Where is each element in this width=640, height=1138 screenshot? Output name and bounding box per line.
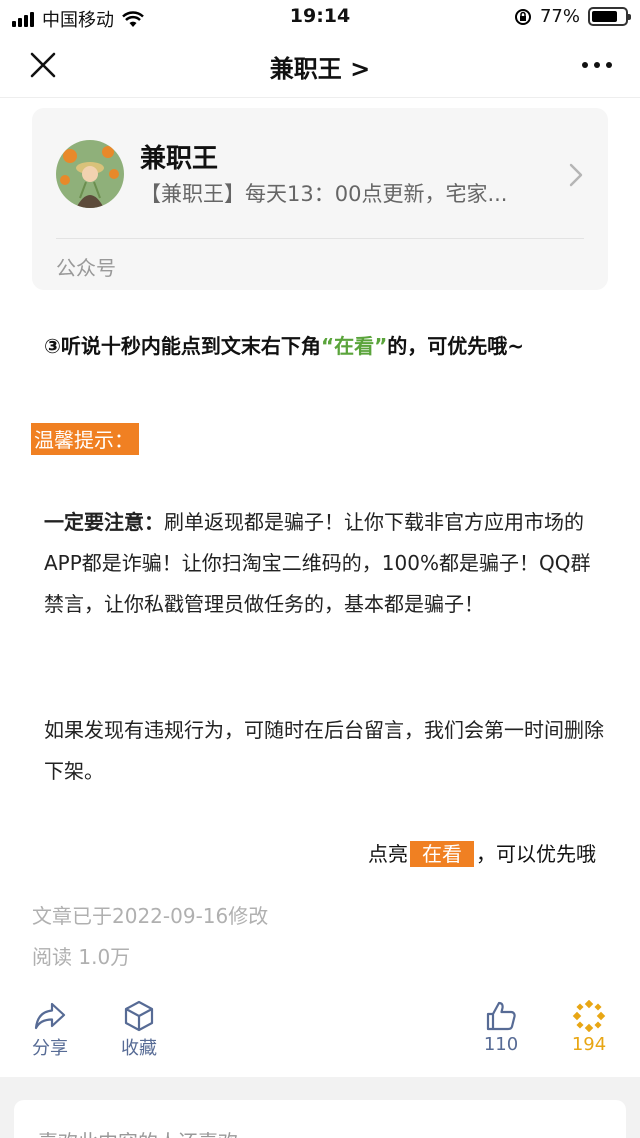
favorite-button[interactable]: 收藏 [104, 1000, 174, 1060]
share-button[interactable]: 分享 [15, 1000, 85, 1060]
para1-highlight: “在看” [320, 334, 388, 358]
related-card[interactable]: 喜欢此内容的人还喜欢 [14, 1100, 626, 1138]
like-count: 110 [483, 1034, 519, 1055]
para4-highlight: 在看 [410, 841, 474, 867]
article-paragraph-2: 一定要注意：刷单返现都是骗子！让你下载非官方应用市场的APP都是诈骗！让你扫淘宝… [44, 502, 604, 625]
account-card[interactable]: 兼职王 【兼职王】每天13：00点更新，宅家... 公众号 [32, 108, 608, 290]
nav-title[interactable]: 兼职王 > [0, 49, 640, 84]
chevron-right-icon [569, 163, 583, 187]
share-icon [34, 1002, 66, 1030]
wow-button[interactable]: 194 [554, 1000, 624, 1055]
para1-text-before: ③听说十秒内能点到文末右下角 [44, 334, 321, 358]
para4-text-after: ，可以优先哦 [476, 842, 596, 866]
favorite-label: 收藏 [121, 1038, 157, 1059]
para4-text-before: 点亮 [368, 842, 408, 866]
related-heading: 喜欢此内容的人还喜欢 [38, 1126, 238, 1138]
article-paragraph-4: 点亮 在看 ，可以优先哦 [368, 838, 596, 867]
battery-percent: 77% [539, 6, 580, 27]
nav-bar: 兼职王 > [0, 34, 640, 98]
article-paragraph-1: ③听说十秒内能点到文末右下角“在看”的，可优先哦~ [44, 330, 604, 359]
status-bar: 中国移动 19:14 77% [0, 0, 640, 34]
article-paragraph-3: 如果发现有违规行为，可随时在后台留言，我们会第一时间删除下架。 [44, 718, 604, 783]
para2-bold: 一定要注意： [44, 510, 164, 534]
modified-date: 文章已于2022-09-16修改 [32, 904, 269, 928]
account-type: 公众号 [56, 256, 116, 280]
more-icon[interactable] [580, 50, 614, 80]
read-count: 阅读 1.0万 [32, 945, 131, 969]
status-right: 77% [514, 6, 631, 27]
thumbs-up-icon [486, 1001, 516, 1031]
cube-icon [124, 1000, 154, 1032]
battery-fill [592, 11, 617, 22]
wow-icon [572, 1000, 606, 1032]
rotation-lock-icon [514, 8, 531, 25]
like-button[interactable]: 110 [466, 1000, 536, 1055]
account-avatar [56, 140, 124, 208]
wow-count: 194 [571, 1034, 607, 1055]
share-label: 分享 [32, 1038, 68, 1059]
account-name: 兼职王 [140, 144, 219, 174]
account-description: 【兼职王】每天13：00点更新，宅家... [140, 182, 508, 206]
para1-text-after: 的，可优先哦~ [387, 334, 524, 358]
battery-icon [588, 7, 631, 26]
card-divider [56, 238, 584, 239]
tip-label: 温馨提示： [31, 423, 139, 455]
